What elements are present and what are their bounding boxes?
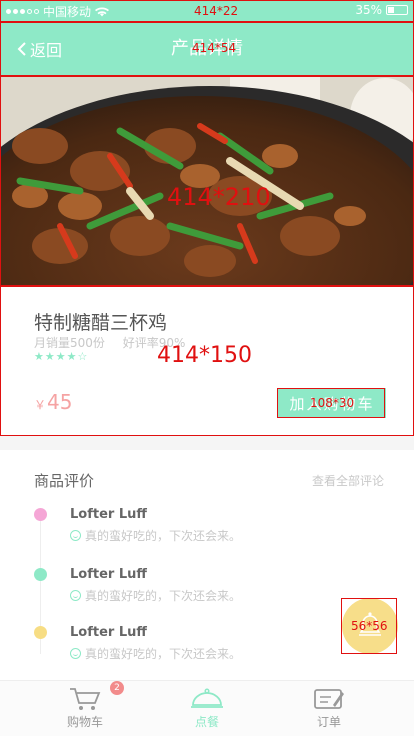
cart-icon (70, 688, 101, 710)
smile-icon (70, 590, 81, 601)
product-card: 特制糖醋三杯鸡 月销量500份 好评率90% ★★★★☆ ￥45 加入购物车 4… (0, 286, 414, 436)
annotation-button: 108*30 (277, 388, 385, 418)
cart-badge: 2 (110, 681, 124, 695)
review-text-body: 真的蛮好吃的，下次还会来。 (85, 589, 242, 603)
annotation-nav: 414*54 (0, 22, 414, 76)
reviews-title: 商品评价 (34, 472, 95, 490)
annotation-status: 414*22 (0, 0, 414, 22)
review-text: 真的蛮好吃的，下次还会来。 (70, 587, 241, 604)
annotation-fab: 56*56 (341, 598, 397, 654)
review-text-body: 真的蛮好吃的，下次还会来。 (85, 529, 242, 543)
tab-orders[interactable]: 订单 (260, 681, 398, 736)
reviewer-name: Lofter Luff (70, 507, 147, 522)
tab-orders-label: 订单 (316, 715, 341, 729)
review-item: Lofter Luff 真的蛮好吃的，下次还会来。 (0, 507, 414, 558)
review-dot (34, 568, 47, 581)
reviewer-name: Lofter Luff (70, 625, 147, 640)
annotation-status-label: 414*22 (194, 4, 239, 18)
review-text-body: 真的蛮好吃的，下次还会来。 (85, 647, 242, 661)
smile-icon (70, 530, 81, 541)
review-text: 真的蛮好吃的，下次还会来。 (70, 645, 241, 662)
tab-bar: 2 购物车 点餐 订单 (0, 680, 414, 736)
tab-order-food[interactable]: 点餐 (138, 681, 276, 736)
tab-cart-label: 购物车 (66, 715, 103, 729)
review-dot (34, 508, 47, 521)
order-list-icon (314, 689, 344, 709)
product-image: 414*210 (0, 76, 414, 286)
annotation-button-label: 108*30 (310, 396, 355, 410)
review-text: 真的蛮好吃的，下次还会来。 (70, 527, 241, 544)
cloche-icon (191, 688, 223, 708)
annotation-hero: 414*210 (0, 76, 414, 286)
annotation-fab-label: 56*56 (351, 619, 388, 633)
smile-icon (70, 648, 81, 659)
review-dot (34, 626, 47, 639)
tab-order-food-label: 点餐 (194, 715, 219, 729)
annotation-card-label: 414*150 (157, 343, 252, 368)
annotation-hero-label: 414*210 (167, 183, 271, 211)
reviewer-name: Lofter Luff (70, 567, 147, 582)
tab-cart[interactable]: 2 购物车 (16, 681, 154, 736)
annotation-nav-label: 414*54 (192, 41, 237, 55)
view-all-reviews-link[interactable]: 查看全部评论 (312, 472, 384, 489)
